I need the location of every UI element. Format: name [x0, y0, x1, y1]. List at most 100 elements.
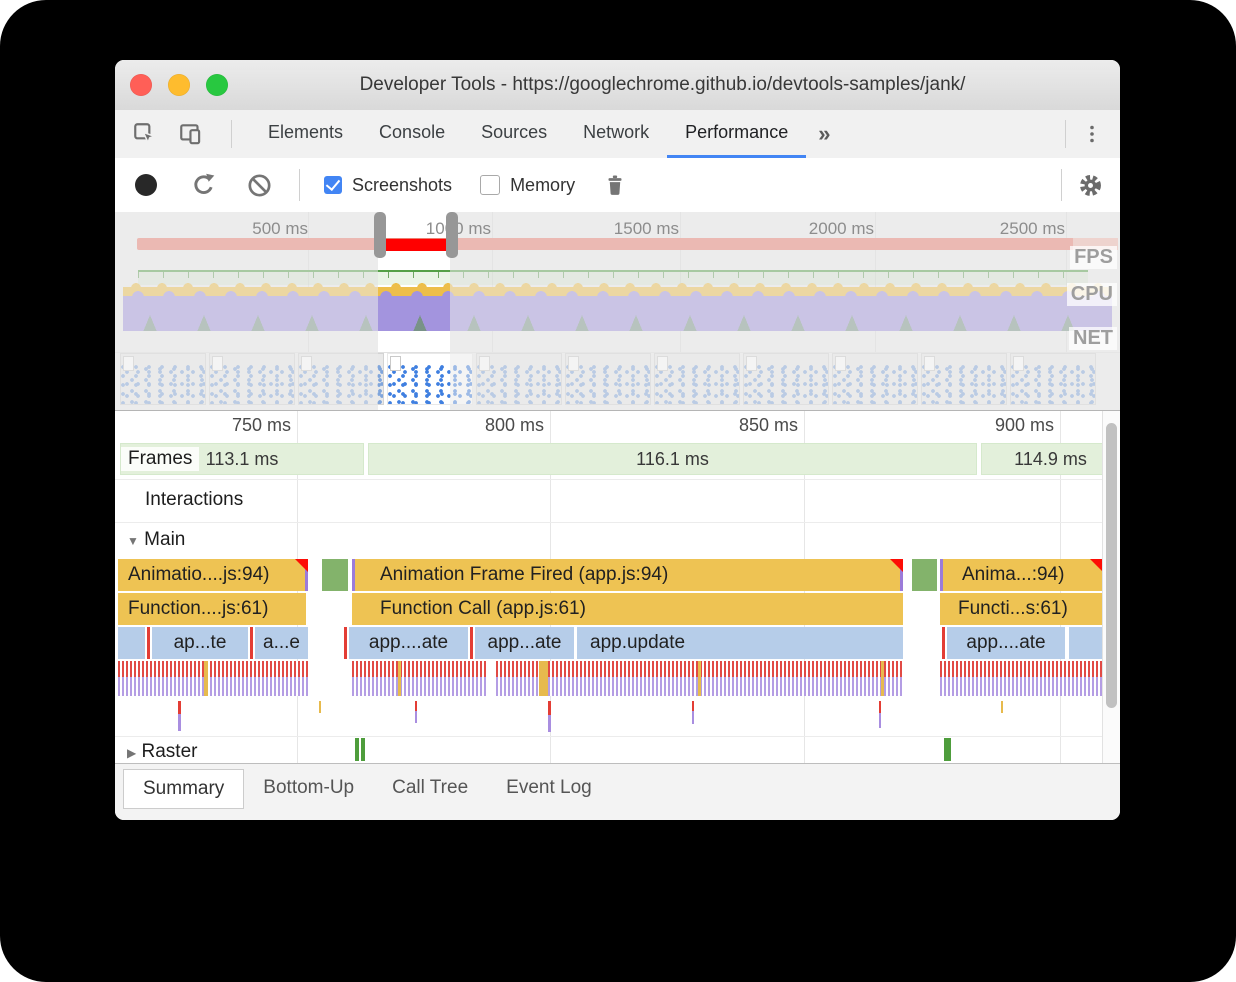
flame-bar-long-task-sliver[interactable] [344, 627, 347, 659]
interactions-row [115, 479, 1120, 523]
selection-handle-right[interactable] [446, 212, 458, 258]
devtools-tab-bar: Elements Console Sources Network Perform… [115, 110, 1120, 159]
toolbar-divider [299, 169, 300, 201]
tab-bottom-up[interactable]: Bottom-Up [244, 769, 373, 807]
bottom-tab-bar: Summary Bottom-Up Call Tree Event Log [115, 763, 1120, 820]
flame-bar-app-update[interactable]: ap...te [152, 627, 248, 659]
tab-elements[interactable]: Elements [250, 110, 361, 158]
flame-bar-paint[interactable] [322, 559, 348, 591]
script-activity-sliver [204, 661, 208, 696]
script-activity-sliver [881, 661, 884, 696]
performance-toolbar: Screenshots Memory [115, 158, 1120, 213]
flame-bar-animation-frame-fired[interactable]: Animation Frame Fired (app.js:94) [352, 559, 903, 591]
scrollbar-thumb[interactable] [1106, 423, 1117, 708]
flame-bar-app-update[interactable]: app....ate [947, 627, 1065, 659]
flame-bar-app-update[interactable]: app....ate [349, 627, 468, 659]
flame-bar-function-call[interactable]: Function Call (app.js:61) [352, 593, 903, 625]
overview-activity-bar-selected [386, 239, 446, 251]
screenshot-background: Developer Tools - https://googlechrome.g… [0, 0, 1236, 982]
event-mark[interactable] [692, 701, 694, 724]
reload-and-record-button[interactable] [189, 171, 217, 199]
overview-ruler-label: 1000 ms [381, 219, 491, 239]
toolbar-divider [1061, 169, 1062, 201]
detail-scrollbar[interactable] [1102, 411, 1120, 764]
tab-network[interactable]: Network [565, 110, 667, 158]
main-menu-button[interactable] [1078, 120, 1106, 148]
style-layout-activity-group[interactable] [940, 661, 1103, 696]
collect-garbage-button[interactable] [601, 171, 629, 199]
flame-bar-animation-frame-fired[interactable]: Animatio....js:94) [118, 559, 308, 591]
flame-bar-animation-frame-fired[interactable]: Anima...:94) [940, 559, 1103, 591]
tab-event-log[interactable]: Event Log [487, 769, 611, 807]
settings-button[interactable] [1076, 171, 1104, 199]
title-bar: Developer Tools - https://googlechrome.g… [115, 60, 1120, 111]
devtools-window: Developer Tools - https://googlechrome.g… [115, 60, 1120, 820]
event-mark[interactable] [548, 701, 551, 732]
tab-sources[interactable]: Sources [463, 110, 565, 158]
memory-label[interactable]: Memory [510, 175, 575, 196]
tab-console[interactable]: Console [361, 110, 463, 158]
tab-summary[interactable]: Summary [123, 769, 244, 809]
script-activity-sliver [539, 661, 548, 696]
main-section-toggle[interactable]: ▼ Main [127, 529, 185, 551]
event-mark[interactable] [319, 701, 321, 713]
frame-bar[interactable]: 114.9 ms [981, 443, 1120, 475]
detail-ruler-label: 750 ms [187, 415, 291, 436]
flame-bar-long-task-sliver[interactable] [470, 627, 473, 659]
interactions-row-label: Interactions [145, 489, 243, 511]
detail-ruler-label: 850 ms [694, 415, 798, 436]
flame-bar-app-update[interactable]: a...e [255, 627, 308, 659]
style-layout-activity-group[interactable] [118, 661, 308, 696]
flame-bar-app-update[interactable] [118, 627, 145, 659]
memory-checkbox[interactable] [480, 175, 500, 195]
frame-bar[interactable]: 116.1 ms [368, 443, 977, 475]
block-icon [246, 172, 273, 199]
device-toolbar-button[interactable] [177, 120, 205, 148]
raster-task-bar[interactable] [361, 738, 365, 761]
event-mark[interactable] [415, 701, 417, 723]
selection-handle-left[interactable] [374, 212, 386, 258]
script-activity-sliver [398, 661, 401, 696]
raster-task-bar[interactable] [944, 738, 951, 761]
record-button[interactable] [135, 174, 157, 196]
flame-bar-app-update[interactable]: app...ate [475, 627, 574, 659]
inspect-element-button[interactable] [131, 120, 159, 148]
event-mark[interactable] [879, 701, 881, 728]
event-mark[interactable] [178, 701, 181, 731]
window-title: Developer Tools - https://googlechrome.g… [235, 60, 1090, 110]
detail-ruler-label: 900 ms [950, 415, 1054, 436]
zoom-button[interactable] [206, 74, 228, 96]
activity-gap [487, 661, 496, 696]
flame-bar-paint[interactable] [912, 559, 937, 591]
close-button[interactable] [130, 74, 152, 96]
raster-section-label: Raster [142, 741, 198, 762]
detail-ruler-label: 800 ms [440, 415, 544, 436]
collapsed-arrow-icon: ▶ [127, 746, 136, 760]
panel-tabs: Elements Console Sources Network Perform… [250, 110, 806, 158]
reload-icon [190, 172, 217, 199]
clear-recording-button[interactable] [245, 171, 273, 199]
style-layout-activity-group[interactable] [352, 661, 903, 696]
raster-task-bar[interactable] [355, 738, 359, 761]
screenshots-label[interactable]: Screenshots [352, 175, 452, 196]
timeline-overview[interactable]: 500 ms 1000 ms 1500 ms 2000 ms 2500 ms F… [115, 212, 1120, 410]
event-mark[interactable] [1001, 701, 1003, 713]
flame-bar-long-task-sliver[interactable] [147, 627, 150, 659]
flame-bar-function-call[interactable]: Functi...s:61) [940, 593, 1103, 625]
tab-call-tree[interactable]: Call Tree [373, 769, 487, 807]
flame-bar-long-task-sliver[interactable] [250, 627, 253, 659]
toolbar-divider [231, 120, 232, 148]
kebab-menu-icon [1080, 122, 1104, 146]
flame-bar-function-call[interactable]: Function....js:61) [118, 593, 306, 625]
screenshots-checkbox[interactable] [324, 176, 342, 194]
tab-performance[interactable]: Performance [667, 110, 806, 158]
fps-lane-label: FPS [1070, 246, 1117, 269]
flame-bar-app-update[interactable]: app.update [577, 627, 903, 659]
minimize-button[interactable] [168, 74, 190, 96]
timeline-detail-pane[interactable]: 750 ms 800 ms 850 ms 900 ms 113.1 ms 116… [115, 410, 1120, 764]
flame-bar-long-task-sliver[interactable] [942, 627, 945, 659]
more-tabs-icon[interactable]: » [806, 111, 842, 157]
device-toolbar-icon [178, 121, 204, 147]
raster-section-toggle[interactable]: ▶ Raster [127, 741, 197, 763]
flame-bar-app-update[interactable] [1069, 627, 1103, 659]
